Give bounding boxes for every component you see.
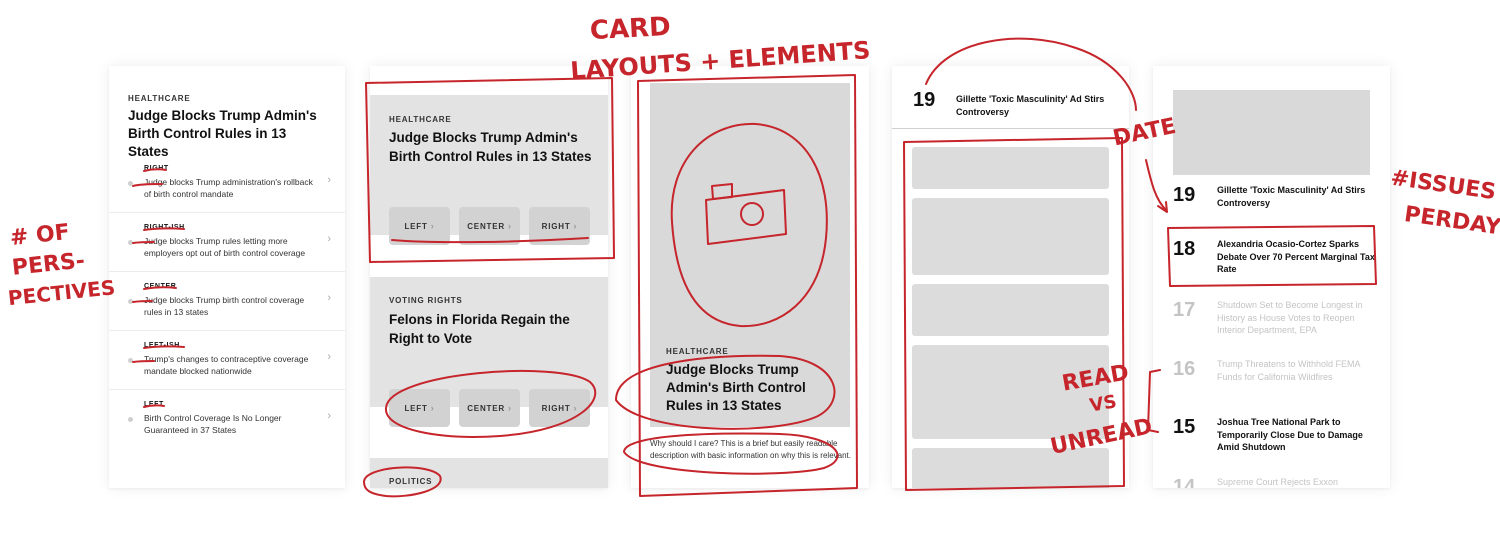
chevron-right-icon: › (327, 410, 331, 422)
category-label: HEALTHCARE (389, 115, 452, 124)
perspective-label: CENTER (144, 283, 177, 290)
bullet-icon (128, 240, 133, 245)
center-button[interactable]: CENTER › (459, 389, 520, 427)
category-label: HEALTHCARE (666, 347, 729, 356)
story-card[interactable]: POLITICS (370, 458, 608, 488)
perspective-label: LEFT (144, 401, 164, 408)
story-headline: Judge Blocks Trump Admin's Birth Control… (666, 362, 806, 413)
category-label: VOTING RIGHTS (389, 296, 463, 305)
date-number: 18 (1173, 238, 1196, 260)
perspective-headline: Trump's changes to contraceptive coverag… (144, 354, 309, 376)
date-number: 19 (1173, 184, 1196, 206)
chevron-right-icon: › (327, 233, 331, 245)
chevron-right-icon: › (430, 403, 435, 413)
story-headline: Judge Blocks Trump Admin's Birth Control… (128, 108, 317, 159)
story-headline: Felons in Florida Regain the Right to Vo… (389, 312, 570, 346)
date-number: 16 (1173, 358, 1196, 380)
date-number: 19 (913, 89, 936, 111)
bullet-icon (128, 417, 133, 422)
date-number: 17 (1173, 299, 1196, 321)
annotation-issues: PERDAY (1403, 202, 1500, 240)
issue-headline: Alexandria Ocasio-Cortez Sparks Debate O… (1217, 239, 1375, 274)
issue-headline: Shutdown Set to Become Longest in Histor… (1217, 300, 1363, 335)
perspective-headline: Birth Control Coverage Is No Longer Guar… (144, 413, 282, 435)
chevron-right-icon: › (327, 351, 331, 363)
annotation-perspectives: PECTIVES (7, 275, 117, 310)
perspective-row-left[interactable]: LEFT Birth Control Coverage Is No Longer… (109, 391, 345, 449)
skeleton-card (912, 198, 1109, 275)
chevron-right-icon: › (507, 221, 512, 231)
story-description: Why should I care? This is a brief but e… (650, 439, 851, 460)
story-cards-panel: HEALTHCARE Judge Blocks Trump Admin's Bi… (370, 66, 608, 488)
perspectives-card: HEALTHCARE Judge Blocks Trump Admin's Bi… (109, 66, 345, 488)
annotation-title: CARD (589, 12, 671, 46)
issues-per-day-panel: 19 Gillette 'Toxic Masculinity' Ad Stirs… (1153, 66, 1390, 488)
left-button[interactable]: LEFT › (389, 207, 450, 245)
chevron-right-icon: › (430, 221, 435, 231)
story-headline: Judge Blocks Trump Admin's Birth Control… (389, 130, 592, 164)
right-button[interactable]: RIGHT › (529, 207, 590, 245)
image-placeholder (1173, 90, 1370, 175)
chevron-right-icon: › (573, 221, 578, 231)
day-item-read[interactable]: 16 Trump Threatens to Withhold FEMA Fund… (1153, 358, 1390, 418)
left-button[interactable]: LEFT › (389, 389, 450, 427)
category-label: POLITICS (389, 477, 433, 486)
perspective-label: LEFT-ISH (144, 342, 180, 349)
date-number: 14 (1173, 476, 1196, 488)
issue-headline: Supreme Court Rejects Exxon (1217, 477, 1339, 487)
bullet-icon (128, 299, 133, 304)
issue-headline: Gillette 'Toxic Masculinity' Ad Stirs Co… (956, 94, 1105, 117)
skeleton-card (912, 147, 1109, 189)
center-button[interactable]: CENTER › (459, 207, 520, 245)
skeleton-card (912, 284, 1109, 336)
issue-headline: Gillette 'Toxic Masculinity' Ad Stirs Co… (1217, 185, 1366, 208)
perspective-headline: Judge blocks Trump rules letting more em… (144, 236, 306, 258)
skeleton-card (912, 448, 1109, 488)
perspective-row-right[interactable]: RIGHT Judge blocks Trump administration'… (109, 155, 345, 213)
day-item-read[interactable]: 17 Shutdown Set to Become Longest in His… (1153, 299, 1390, 359)
skeleton-card (912, 345, 1109, 439)
perspective-label: RIGHT-ISH (144, 224, 185, 231)
annotation-issues: #ISSUES (1389, 166, 1498, 206)
image-story-card[interactable]: HEALTHCARE Judge Blocks Trump Admin's Bi… (631, 66, 869, 488)
perspective-headline: Judge blocks Trump administration's roll… (144, 177, 313, 199)
chevron-right-icon: › (327, 174, 331, 186)
chevron-right-icon: › (507, 403, 512, 413)
perspective-label: RIGHT (144, 165, 169, 172)
chevron-right-icon: › (327, 292, 331, 304)
daily-list-panel: 19 Gillette 'Toxic Masculinity' Ad Stirs… (892, 66, 1129, 488)
bullet-icon (128, 358, 133, 363)
day-item[interactable]: 15 Joshua Tree National Park to Temporar… (1153, 416, 1390, 476)
perspective-row-left-ish[interactable]: LEFT-ISH Trump's changes to contraceptiv… (109, 332, 345, 390)
chevron-right-icon: › (573, 403, 578, 413)
bullet-icon (128, 181, 133, 186)
date-number: 15 (1173, 416, 1196, 438)
annotation-perspectives: PERS- (11, 248, 86, 281)
category-label: HEALTHCARE (128, 94, 191, 103)
perspective-row-right-ish[interactable]: RIGHT-ISH Judge blocks Trump rules letti… (109, 214, 345, 272)
day-item[interactable]: 19 Gillette 'Toxic Masculinity' Ad Stirs… (1153, 184, 1390, 244)
right-button[interactable]: RIGHT › (529, 389, 590, 427)
perspective-row-center[interactable]: CENTER Judge blocks Trump birth control … (109, 273, 345, 331)
daily-issue-item[interactable]: 19 Gillette 'Toxic Masculinity' Ad Stirs… (892, 66, 1129, 129)
issue-headline: Trump Threatens to Withhold FEMA Funds f… (1217, 359, 1361, 382)
annotation-perspectives: # OF (9, 220, 71, 251)
issue-headline: Joshua Tree National Park to Temporarily… (1217, 417, 1363, 452)
day-item-read[interactable]: 14 Supreme Court Rejects Exxon (1153, 476, 1390, 488)
story-card[interactable]: VOTING RIGHTS Felons in Florida Regain t… (370, 277, 608, 407)
perspective-headline: Judge blocks Trump birth control coverag… (144, 295, 305, 317)
day-item[interactable]: 18 Alexandria Ocasio-Cortez Sparks Debat… (1153, 238, 1390, 298)
